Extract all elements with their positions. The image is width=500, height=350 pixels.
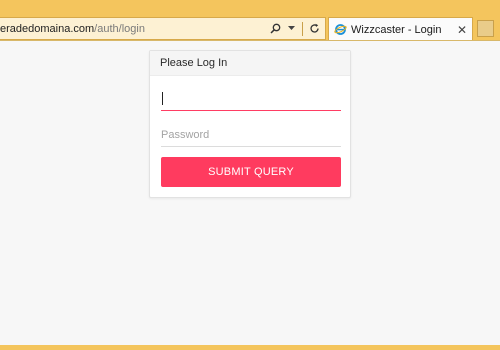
password-field[interactable]: Password bbox=[161, 123, 341, 147]
login-card: Please Log In Password SUBMIT QUERY bbox=[149, 50, 351, 198]
url-domain: eradedomaina.com bbox=[0, 22, 95, 35]
ie-page-icon bbox=[333, 23, 347, 37]
close-icon[interactable]: ✕ bbox=[454, 22, 470, 38]
browser-chrome: eradedomaina.com/auth/login Wizzcaster -… bbox=[0, 0, 500, 41]
url-text[interactable]: eradedomaina.com/auth/login bbox=[0, 23, 268, 35]
browser-bottom-border bbox=[0, 345, 500, 350]
search-icon[interactable] bbox=[268, 21, 282, 37]
new-tab-icon[interactable] bbox=[477, 20, 494, 37]
login-card-header: Please Log In bbox=[150, 51, 350, 76]
tab-wizzcaster-login[interactable]: Wizzcaster - Login ✕ bbox=[328, 17, 473, 41]
text-caret bbox=[162, 92, 163, 105]
password-placeholder: Password bbox=[161, 128, 210, 141]
address-separator bbox=[302, 21, 303, 36]
tab-title: Wizzcaster - Login bbox=[351, 23, 442, 36]
refresh-icon[interactable] bbox=[307, 21, 321, 37]
url-path: /auth/login bbox=[94, 22, 145, 35]
dropdown-arrow-icon[interactable] bbox=[284, 21, 298, 37]
username-field[interactable] bbox=[161, 87, 341, 111]
address-bar[interactable]: eradedomaina.com/auth/login bbox=[0, 17, 326, 40]
submit-query-button[interactable]: SUBMIT QUERY bbox=[161, 157, 341, 187]
